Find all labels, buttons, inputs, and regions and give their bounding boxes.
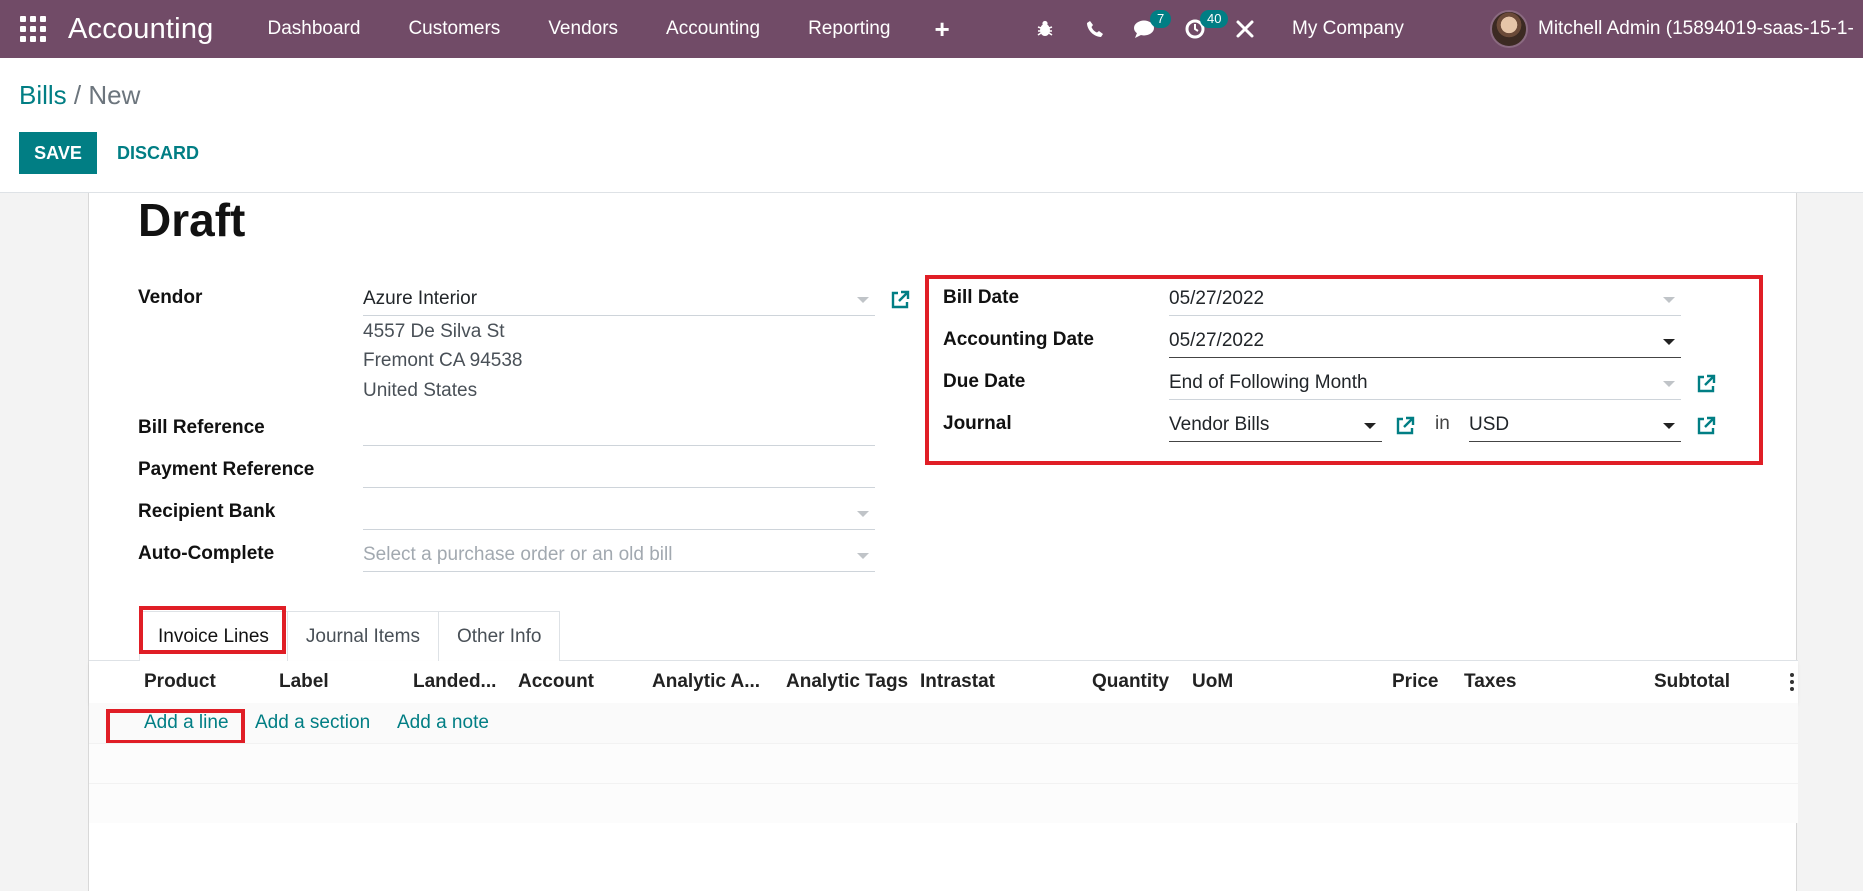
column-header-intrastat[interactable]: Intrastat (920, 661, 995, 703)
empty-table-row (89, 783, 1798, 823)
currency-value: USD (1469, 414, 1510, 435)
currency-field[interactable]: USD (1469, 409, 1681, 442)
bill-date-field[interactable]: 05/27/2022 (1169, 283, 1681, 316)
recipient-bank-label: Recipient Bank (138, 501, 276, 522)
breadcrumb: Bills / New (19, 80, 140, 111)
external-link-icon[interactable] (1695, 415, 1717, 437)
column-header-account[interactable]: Account (518, 661, 594, 703)
add-section-link[interactable]: Add a section (255, 703, 370, 743)
avatar (1490, 10, 1528, 48)
bill-date-label: Bill Date (943, 287, 1020, 308)
breadcrumb-separator: / (73, 80, 82, 110)
external-link-icon[interactable] (1695, 373, 1717, 395)
bill-date-value: 05/27/2022 (1169, 288, 1265, 309)
empty-table-row (89, 743, 1798, 783)
due-date-value: End of Following Month (1169, 372, 1368, 393)
chevron-down-icon (1663, 297, 1675, 303)
menu-accounting[interactable]: Accounting (642, 0, 784, 58)
journal-value: Vendor Bills (1169, 414, 1270, 435)
chevron-down-icon (857, 553, 869, 559)
company-switcher[interactable]: My Company (1292, 18, 1404, 40)
chevron-down-icon (1364, 423, 1376, 429)
column-header-uom[interactable]: UoM (1192, 661, 1233, 703)
bill-status-title: Draft (138, 194, 246, 246)
vendor-address-line1: 4557 De Silva St (363, 321, 505, 342)
user-name: Mitchell Admin (15894019-saas-15-1- (1538, 18, 1854, 39)
bug-icon[interactable] (1020, 0, 1070, 58)
recipient-bank-field[interactable] (363, 497, 875, 530)
menu-customers[interactable]: Customers (384, 0, 524, 58)
top-navbar: Accounting Dashboard Customers Vendors A… (0, 0, 1863, 58)
chevron-down-icon (1663, 339, 1675, 345)
column-header-subtotal[interactable]: Subtotal (1654, 661, 1730, 703)
breadcrumb-bills-link[interactable]: Bills (19, 80, 67, 110)
external-link-icon[interactable] (1394, 415, 1416, 437)
chevron-down-icon (1663, 381, 1675, 387)
journal-field[interactable]: Vendor Bills (1169, 409, 1382, 442)
column-header-analytic-tags[interactable]: Analytic Tags (786, 661, 908, 703)
add-note-link[interactable]: Add a note (397, 703, 489, 743)
journal-label: Journal (943, 413, 1012, 434)
menu-vendors[interactable]: Vendors (524, 0, 642, 58)
tools-icon[interactable] (1220, 0, 1270, 58)
invoice-lines-header: Product Label Landed... Account Analytic… (89, 661, 1798, 703)
auto-complete-placeholder: Select a purchase order or an old bill (363, 544, 673, 565)
due-date-field[interactable]: End of Following Month (1169, 367, 1681, 400)
user-menu[interactable]: Mitchell Admin (15894019-saas-15-1- (1490, 0, 1854, 58)
vendor-address-line3: United States (363, 380, 478, 401)
save-button[interactable]: SAVE (19, 132, 97, 174)
column-header-price[interactable]: Price (1392, 661, 1438, 703)
payment-reference-input[interactable] (363, 455, 875, 488)
breadcrumb-current: New (88, 80, 141, 110)
vendor-field[interactable]: Azure Interior (363, 283, 875, 316)
payment-reference-label: Payment Reference (138, 459, 315, 480)
plus-icon[interactable]: + (914, 14, 969, 45)
accounting-date-value: 05/27/2022 (1169, 330, 1265, 351)
optional-columns-icon[interactable] (1790, 673, 1794, 691)
chevron-down-icon (857, 511, 869, 517)
discard-button[interactable]: DISCARD (117, 132, 199, 174)
systray: 7 40 My Company (1020, 0, 1404, 58)
app-brand[interactable]: Accounting (68, 13, 214, 46)
messages-icon[interactable]: 7 (1120, 0, 1172, 58)
phone-icon[interactable] (1070, 0, 1120, 58)
tab-other-info[interactable]: Other Info (437, 611, 561, 661)
bill-reference-input[interactable] (363, 413, 875, 446)
menu-dashboard[interactable]: Dashboard (244, 0, 385, 58)
bill-reference-label: Bill Reference (138, 417, 265, 438)
vendor-address-line2: Fremont CA 94538 (363, 350, 523, 371)
column-header-label[interactable]: Label (279, 661, 329, 703)
in-text: in (1435, 413, 1450, 434)
column-header-taxes[interactable]: Taxes (1464, 661, 1516, 703)
invoice-lines-tab-highlight (139, 606, 286, 654)
column-header-quantity[interactable]: Quantity (1092, 661, 1169, 703)
external-link-icon[interactable] (889, 289, 911, 311)
apps-menu-icon[interactable] (18, 14, 48, 44)
control-panel: Bills / New SAVE DISCARD (0, 58, 1863, 193)
messages-badge: 7 (1150, 10, 1172, 28)
vendor-label: Vendor (138, 287, 203, 308)
due-date-label: Due Date (943, 371, 1026, 392)
auto-complete-field[interactable]: Select a purchase order or an old bill (363, 539, 875, 572)
accounting-date-field[interactable]: 05/27/2022 (1169, 325, 1681, 358)
auto-complete-label: Auto-Complete (138, 543, 275, 564)
add-line-highlight (106, 709, 245, 744)
column-header-product[interactable]: Product (144, 661, 216, 703)
chevron-down-icon (857, 297, 869, 303)
activities-icon[interactable]: 40 (1170, 0, 1229, 58)
column-header-landed[interactable]: Landed... (413, 661, 496, 703)
form-sheet: Draft Vendor Azure Interior 4557 De Silv… (88, 193, 1798, 891)
accounting-date-label: Accounting Date (943, 329, 1094, 350)
menu-reporting[interactable]: Reporting (784, 0, 914, 58)
tab-journal-items[interactable]: Journal Items (286, 611, 439, 661)
column-header-analytic-account[interactable]: Analytic A... (652, 661, 760, 703)
chevron-down-icon (1663, 423, 1675, 429)
main-menu: Dashboard Customers Vendors Accounting R… (244, 0, 970, 58)
vendor-value: Azure Interior (363, 288, 478, 309)
add-line-row: Add a line Add a section Add a note (89, 703, 1798, 743)
